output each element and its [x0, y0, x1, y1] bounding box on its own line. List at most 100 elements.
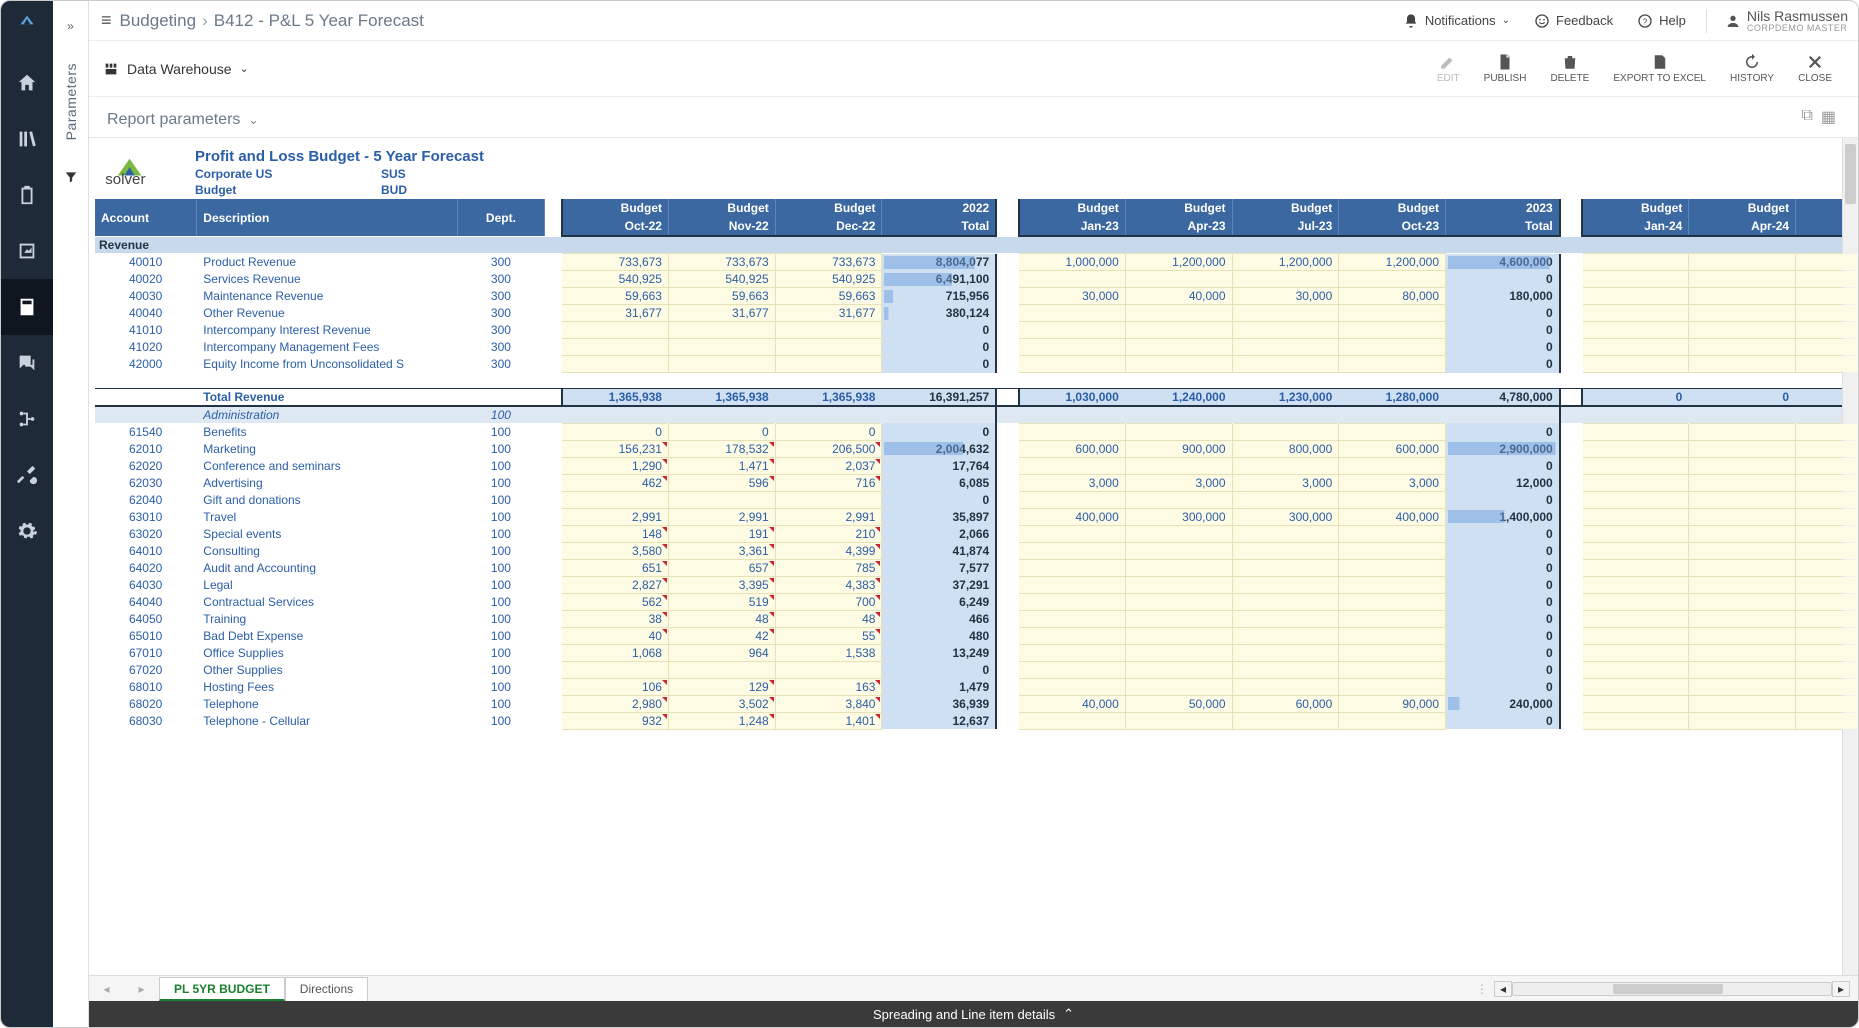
editable-cell[interactable] [1796, 593, 1858, 610]
editable-cell[interactable] [1582, 288, 1689, 305]
editable-cell[interactable] [1019, 525, 1126, 542]
editable-cell[interactable]: 716 [775, 474, 882, 491]
editable-cell[interactable] [1689, 423, 1796, 440]
popout-icon[interactable]: ⧉ [1801, 107, 1812, 127]
editable-cell[interactable] [1796, 525, 1858, 542]
editable-cell[interactable] [1582, 254, 1689, 271]
editable-cell[interactable] [1019, 678, 1126, 695]
editable-cell[interactable]: 2,037 [775, 457, 882, 474]
editable-cell[interactable] [1232, 491, 1339, 508]
editable-cell[interactable] [1125, 423, 1232, 440]
editable-cell[interactable] [1019, 576, 1126, 593]
editable-cell[interactable] [1689, 525, 1796, 542]
editable-cell[interactable] [1339, 305, 1446, 322]
spreading-details-bar[interactable]: Spreading and Line item details ⌃ [89, 1001, 1858, 1027]
editable-cell[interactable] [1339, 627, 1446, 644]
editable-cell[interactable] [1796, 644, 1858, 661]
editable-cell[interactable] [1689, 356, 1796, 373]
editable-cell[interactable]: 4,383 [775, 576, 882, 593]
editable-cell[interactable]: 40,000 [1125, 288, 1232, 305]
feedback-button[interactable]: Feedback [1522, 13, 1625, 29]
editable-cell[interactable] [1019, 610, 1126, 627]
editable-cell[interactable] [1232, 423, 1339, 440]
editable-cell[interactable] [1232, 678, 1339, 695]
editable-cell[interactable]: 519 [668, 593, 775, 610]
editable-cell[interactable]: 2,991 [562, 508, 669, 525]
expand-parameters-icon[interactable]: » [67, 19, 74, 33]
editable-cell[interactable] [1232, 305, 1339, 322]
editable-cell[interactable]: 651 [562, 559, 669, 576]
filter-icon[interactable] [64, 170, 78, 187]
editable-cell[interactable] [1689, 644, 1796, 661]
editable-cell[interactable]: 30,000 [1232, 288, 1339, 305]
editable-cell[interactable]: 540,925 [668, 271, 775, 288]
editable-cell[interactable]: 657 [668, 559, 775, 576]
editable-cell[interactable]: 3,395 [668, 576, 775, 593]
editable-cell[interactable] [1796, 339, 1858, 356]
editable-cell[interactable] [1019, 457, 1126, 474]
editable-cell[interactable] [1796, 322, 1858, 339]
editable-cell[interactable] [1339, 593, 1446, 610]
horizontal-scrollbar[interactable]: ⋮ ◂ ▸ [1470, 976, 1858, 1001]
editable-cell[interactable] [1582, 508, 1689, 525]
editable-cell[interactable]: 156,231 [562, 440, 669, 457]
editable-cell[interactable]: 191 [668, 525, 775, 542]
editable-cell[interactable] [1125, 576, 1232, 593]
editable-cell[interactable]: 3,000 [1019, 474, 1126, 491]
editable-cell[interactable]: 1,068 [562, 644, 669, 661]
editable-cell[interactable] [1796, 712, 1858, 729]
editable-cell[interactable] [1582, 339, 1689, 356]
editable-cell[interactable]: 90,000 [1339, 695, 1446, 712]
editable-cell[interactable] [1019, 356, 1126, 373]
editable-cell[interactable] [668, 661, 775, 678]
editable-cell[interactable]: 562 [562, 593, 669, 610]
editable-cell[interactable]: 932 [562, 712, 669, 729]
editable-cell[interactable] [1125, 491, 1232, 508]
editable-cell[interactable] [1339, 712, 1446, 729]
nav-clipboard-icon[interactable] [1, 167, 53, 223]
editable-cell[interactable]: 59,663 [775, 288, 882, 305]
editable-cell[interactable] [1582, 576, 1689, 593]
editable-cell[interactable] [1582, 271, 1689, 288]
editable-cell[interactable]: 30,000 [1019, 288, 1126, 305]
editable-cell[interactable] [1689, 339, 1796, 356]
editable-cell[interactable]: 0 [562, 423, 669, 440]
editable-cell[interactable]: 3,000 [1125, 474, 1232, 491]
editable-cell[interactable] [1125, 305, 1232, 322]
editable-cell[interactable]: 300,000 [1125, 508, 1232, 525]
editable-cell[interactable]: 106 [562, 678, 669, 695]
data-warehouse-dropdown[interactable]: Data Warehouse ⌄ [103, 61, 249, 77]
editable-cell[interactable]: 3,840 [775, 695, 882, 712]
editable-cell[interactable] [1019, 271, 1126, 288]
editable-cell[interactable] [1796, 440, 1858, 457]
editable-cell[interactable] [1689, 322, 1796, 339]
nav-support-icon[interactable] [1, 335, 53, 391]
editable-cell[interactable] [1232, 559, 1339, 576]
editable-cell[interactable] [1689, 508, 1796, 525]
editable-cell[interactable] [1339, 457, 1446, 474]
editable-cell[interactable] [1582, 440, 1689, 457]
editable-cell[interactable] [1339, 644, 1446, 661]
editable-cell[interactable]: 900,000 [1125, 440, 1232, 457]
editable-cell[interactable]: 540,925 [562, 271, 669, 288]
editable-cell[interactable]: 129 [668, 678, 775, 695]
editable-cell[interactable]: 178,532 [668, 440, 775, 457]
editable-cell[interactable] [1232, 610, 1339, 627]
editable-cell[interactable] [1232, 356, 1339, 373]
editable-cell[interactable] [1019, 559, 1126, 576]
editable-cell[interactable] [1019, 644, 1126, 661]
editable-cell[interactable] [1232, 593, 1339, 610]
editable-cell[interactable]: 38 [562, 610, 669, 627]
editable-cell[interactable] [1232, 661, 1339, 678]
editable-cell[interactable] [1689, 576, 1796, 593]
editable-cell[interactable] [1796, 288, 1858, 305]
tab-nav-arrows[interactable]: ◂▸ [89, 976, 159, 1001]
editable-cell[interactable] [1125, 593, 1232, 610]
editable-cell[interactable] [1796, 542, 1858, 559]
editable-cell[interactable] [1125, 610, 1232, 627]
editable-cell[interactable] [1125, 559, 1232, 576]
editable-cell[interactable]: 733,673 [775, 254, 882, 271]
editable-cell[interactable] [1689, 491, 1796, 508]
editable-cell[interactable] [668, 339, 775, 356]
editable-cell[interactable] [668, 356, 775, 373]
